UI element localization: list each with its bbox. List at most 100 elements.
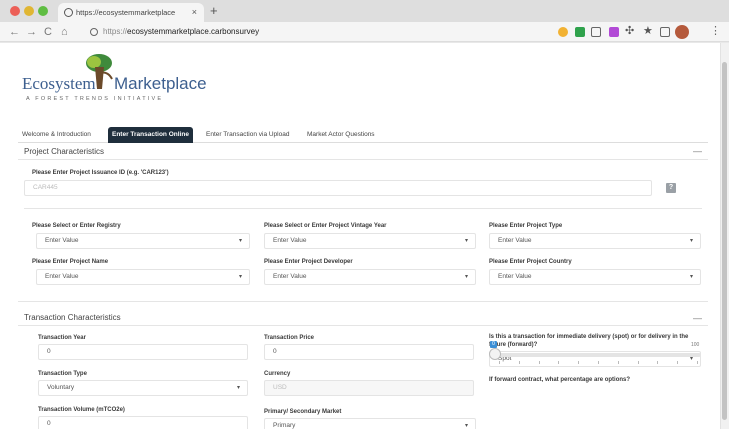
ecosystem-marketplace-logo: Ecosystem Marketplace A FOREST TRENDS IN… xyxy=(22,53,262,109)
project-name-select[interactable]: Enter Value ▾ xyxy=(36,269,250,285)
page-content: Ecosystem Marketplace A FOREST TRENDS IN… xyxy=(0,43,720,429)
chevron-down-icon: ▾ xyxy=(238,274,242,280)
browser-tab-bar: https://ecosystemmarketplace × + xyxy=(0,0,729,22)
registry-label: Please Select or Enter Registry xyxy=(32,223,121,229)
reload-icon[interactable]: C xyxy=(44,25,52,39)
slider-tick xyxy=(657,361,659,364)
divider xyxy=(18,325,708,326)
options-percentage-slider-track[interactable] xyxy=(493,353,701,357)
transaction-volume-label: Transaction Volume (mTCO2e) xyxy=(38,407,125,413)
project-name-label: Please Enter Project Name xyxy=(32,259,109,265)
address-bar[interactable]: https://ecosystemmarketplace.carbonsurve… xyxy=(90,25,490,39)
logo-word-ecosystem: Ecosystem xyxy=(22,74,96,93)
browser-toolbar: ← → C ⌂ https://ecosystemmarketplace.car… xyxy=(0,22,729,42)
slider-tick xyxy=(538,361,540,364)
market-value: Primary xyxy=(273,422,296,429)
url-domain: ecosystemmarketplace.carbonsurvey xyxy=(127,27,260,36)
currency-input[interactable]: USD xyxy=(264,380,474,396)
transaction-year-input[interactable]: 0 xyxy=(38,344,248,360)
extension-icon[interactable] xyxy=(591,27,601,37)
project-collapse-button[interactable]: — xyxy=(693,146,702,156)
globe-icon xyxy=(64,8,73,17)
extension-icon[interactable] xyxy=(609,27,619,37)
slider-tick xyxy=(499,361,500,364)
browser-window: https://ecosystemmarketplace × + ← → C ⌂… xyxy=(0,0,729,429)
logo-word-marketplace: Marketplace xyxy=(114,74,207,93)
project-country-label: Please Enter Project Country xyxy=(489,259,572,265)
zoom-window-button[interactable] xyxy=(38,6,48,16)
tab-close-icon[interactable]: × xyxy=(192,3,197,22)
project-developer-select[interactable]: Enter Value ▾ xyxy=(264,269,476,285)
browser-tab[interactable]: https://ecosystemmarketplace × xyxy=(58,3,204,22)
transaction-volume-input[interactable]: 0 xyxy=(38,416,248,429)
tab-enter-upload[interactable]: Enter Transaction via Upload xyxy=(202,127,293,143)
chevron-down-icon: ▾ xyxy=(464,238,468,244)
logo-tagline: A FOREST TRENDS INITIATIVE xyxy=(26,96,164,102)
globe-icon xyxy=(90,28,98,36)
extension-icon[interactable] xyxy=(558,27,568,37)
currency-label: Currency xyxy=(264,371,291,377)
browser-menu-icon[interactable]: ⋮ xyxy=(710,24,721,37)
tab-enter-online[interactable]: Enter Transaction Online xyxy=(108,127,193,143)
project-name-value: Enter Value xyxy=(45,273,79,280)
slider-tick xyxy=(578,361,580,364)
slider-tick xyxy=(677,361,679,364)
project-type-value: Enter Value xyxy=(498,237,532,244)
issuance-id-label: Please Enter Project Issuance ID (e.g. '… xyxy=(32,170,169,176)
project-section-title: Project Characteristics xyxy=(24,147,105,156)
chevron-down-icon: ▾ xyxy=(464,423,468,429)
help-icon[interactable]: ? xyxy=(666,183,676,193)
minimize-window-button[interactable] xyxy=(24,6,34,16)
bookmark-star-icon[interactable]: ★ xyxy=(643,24,653,37)
url-scheme: https:// xyxy=(103,27,128,36)
survey-tabs: Welcome & Introduction Enter Transaction… xyxy=(18,127,708,143)
project-type-select[interactable]: Enter Value ▾ xyxy=(489,233,701,249)
chevron-down-icon: ▾ xyxy=(689,274,693,280)
slider-tick xyxy=(558,361,560,364)
options-percentage-slider-handle[interactable] xyxy=(489,348,501,360)
close-window-button[interactable] xyxy=(10,6,20,16)
transaction-section-title: Transaction Characteristics xyxy=(24,313,121,322)
vintage-year-value: Enter Value xyxy=(273,237,307,244)
forward-icon[interactable]: → xyxy=(26,25,37,39)
checkbox-extension-icon[interactable] xyxy=(575,27,585,37)
project-country-select[interactable]: Enter Value ▾ xyxy=(489,269,701,285)
transaction-price-label: Transaction Price xyxy=(264,335,315,341)
reading-list-icon[interactable] xyxy=(660,27,670,37)
market-label: Primary/ Secondary Market xyxy=(264,409,342,415)
project-type-label: Please Enter Project Type xyxy=(489,223,563,229)
slider-max-value: 100 xyxy=(691,342,700,348)
slider-min-value: 0 xyxy=(490,341,497,348)
transaction-type-select[interactable]: Voluntary ▾ xyxy=(38,380,248,396)
slider-tick xyxy=(598,361,599,364)
new-tab-button[interactable]: + xyxy=(210,3,218,19)
page-scrollbar-thumb[interactable] xyxy=(722,62,727,420)
registry-select[interactable]: Enter Value ▾ xyxy=(36,233,250,249)
divider xyxy=(18,301,708,302)
transaction-year-label: Transaction Year xyxy=(38,335,86,341)
back-icon[interactable]: ← xyxy=(9,25,20,39)
slider-tick xyxy=(637,361,639,364)
divider xyxy=(24,208,702,209)
puzzle-icon[interactable]: ✣ xyxy=(625,24,634,37)
vintage-year-select[interactable]: Enter Value ▾ xyxy=(264,233,476,249)
divider xyxy=(18,159,708,160)
slider-tick xyxy=(697,361,698,364)
project-developer-label: Please Enter Project Developer xyxy=(264,259,353,265)
issuance-id-input[interactable]: CAR445 xyxy=(24,180,652,196)
vintage-year-label: Please Select or Enter Project Vintage Y… xyxy=(264,223,387,229)
chevron-down-icon: ▾ xyxy=(238,238,242,244)
transaction-price-input[interactable]: 0 xyxy=(264,344,474,360)
slider-ticks xyxy=(499,361,699,367)
registry-value: Enter Value xyxy=(45,237,79,244)
project-developer-value: Enter Value xyxy=(273,273,307,280)
delivery-type-label: Is this a transaction for immediate deli… xyxy=(489,334,689,348)
avatar[interactable] xyxy=(675,25,689,39)
chevron-down-icon: ▾ xyxy=(689,238,693,244)
forward-options-label: If forward contract, what percentage are… xyxy=(489,377,631,383)
tab-market-actor[interactable]: Market Actor Questions xyxy=(303,127,379,143)
market-select[interactable]: Primary ▾ xyxy=(264,418,476,429)
tab-welcome[interactable]: Welcome & Introduction xyxy=(18,127,95,143)
transaction-collapse-button[interactable]: — xyxy=(693,313,702,323)
home-icon[interactable]: ⌂ xyxy=(61,25,68,39)
